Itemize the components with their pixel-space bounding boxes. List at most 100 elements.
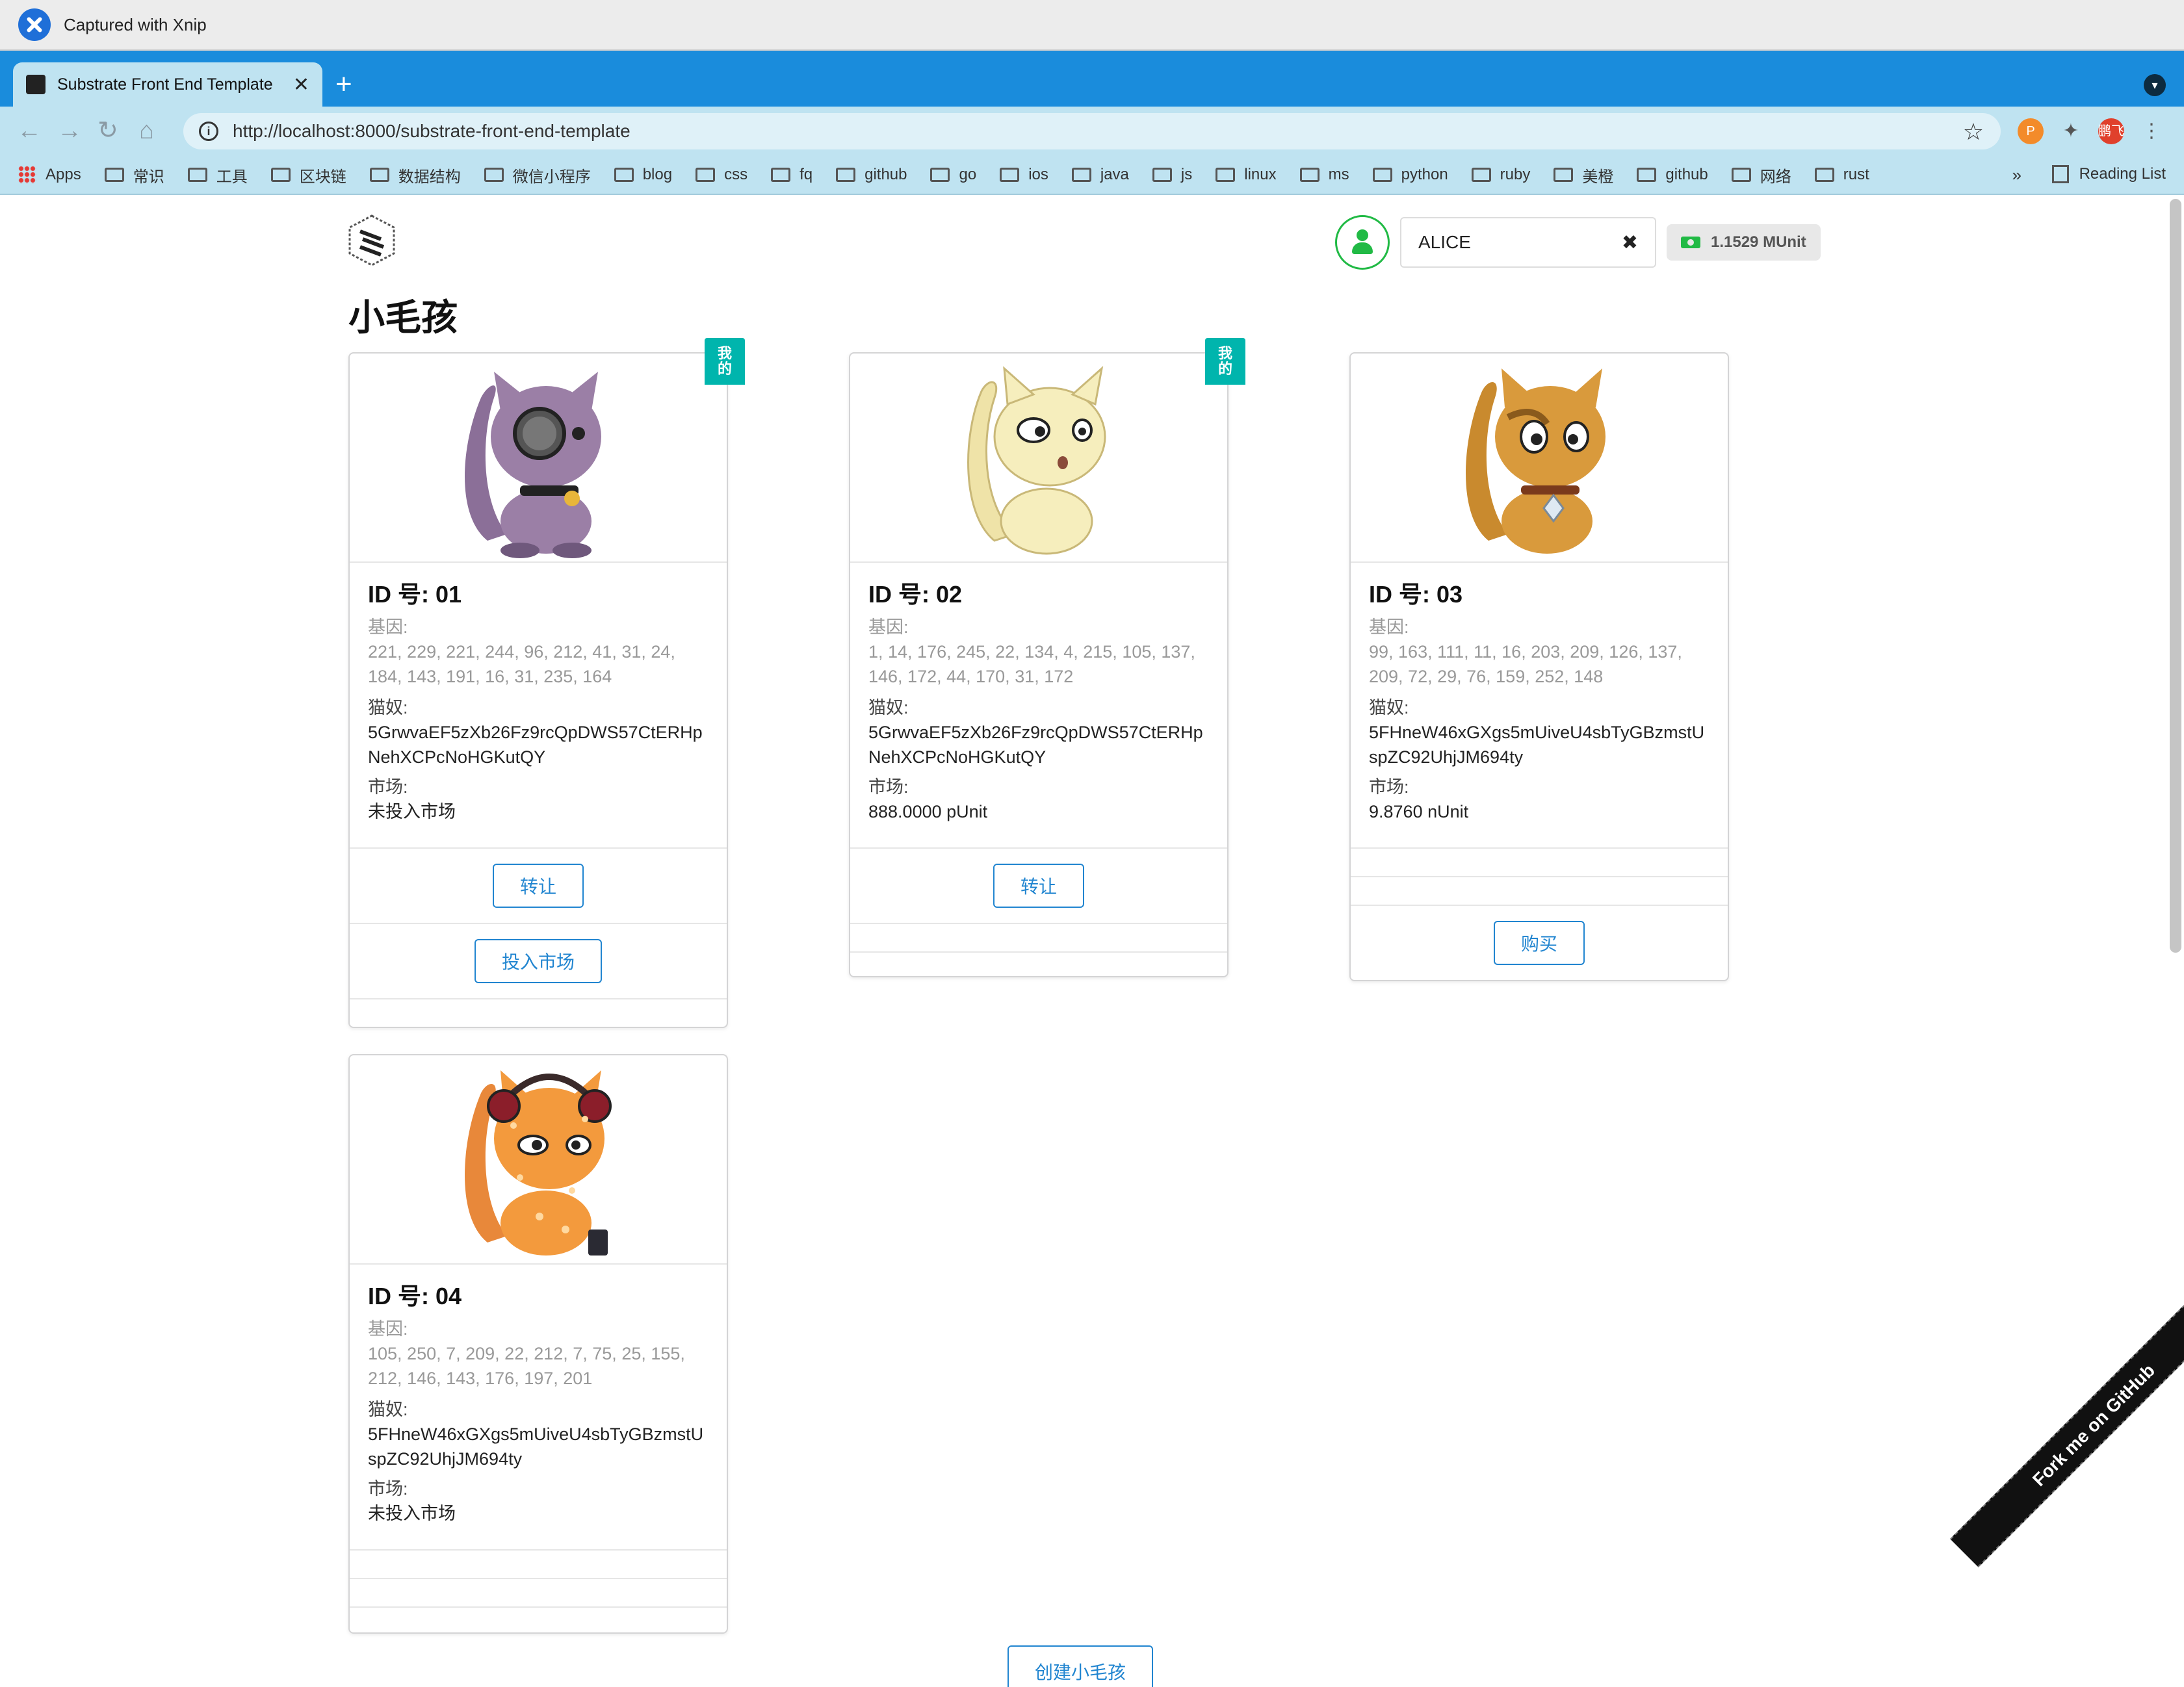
tab-close-icon[interactable]: ✕: [293, 73, 309, 96]
forward-icon[interactable]: →: [57, 116, 82, 146]
substrate-logo-icon: [348, 214, 395, 266]
gene-label: 基因:: [368, 1319, 408, 1339]
clear-account-icon[interactable]: ✖: [1622, 231, 1638, 254]
bookmark-folder[interactable]: rust: [1814, 166, 1869, 184]
reload-icon[interactable]: ↻: [98, 116, 118, 146]
balance-badge: 1.1529 MUnit: [1667, 224, 1821, 261]
folder-icon: [930, 168, 950, 182]
list-on-market-button[interactable]: 投入市场: [474, 939, 602, 983]
kitty-id: ID 号: 02: [868, 581, 963, 608]
folder-icon: [187, 168, 207, 182]
folder-icon: [614, 168, 634, 182]
bookmark-folder[interactable]: 数据结构: [369, 164, 461, 187]
address-bar[interactable]: i http://localhost:8000/substrate-front-…: [183, 113, 2001, 149]
kitty-id: ID 号: 01: [368, 581, 462, 608]
kitty-card: 我的 ID 号: 02 基因: 1, 14, 176, 245, 22, 134…: [849, 338, 1245, 977]
market-label: 市场:: [1369, 777, 1409, 797]
bookmark-folder[interactable]: 区块链: [270, 164, 346, 187]
bookmark-folder[interactable]: java: [1071, 166, 1129, 184]
bookmark-folder[interactable]: python: [1372, 166, 1448, 184]
bookmark-folder[interactable]: ms: [1299, 166, 1349, 184]
bookmark-folder[interactable]: js: [1152, 166, 1192, 184]
bookmark-folder[interactable]: 工具: [187, 164, 248, 187]
capture-title: Captured with Xnip: [64, 14, 207, 34]
kitty-card: ID 号: 04 基因: 105, 250, 7, 209, 22, 212, …: [348, 1054, 728, 1634]
browser-toolbar: ← → ↻ ⌂ i http://localhost:8000/substrat…: [0, 107, 2184, 156]
owner-label: 猫奴:: [368, 698, 408, 717]
bookmark-folder[interactable]: github: [1637, 166, 1708, 184]
cat-illustration-icon: [967, 365, 1106, 555]
buy-button[interactable]: 购买: [1493, 921, 1585, 965]
bookmark-folder[interactable]: ios: [1000, 166, 1048, 184]
transfer-button[interactable]: 转让: [492, 864, 584, 908]
extensions-puzzle-icon[interactable]: ✦: [2058, 118, 2084, 144]
apps-grid-icon: [18, 166, 36, 184]
tab-title: Substrate Front End Template: [57, 75, 273, 94]
back-icon[interactable]: ←: [17, 116, 42, 146]
gene-label: 基因:: [1369, 617, 1409, 637]
kitty-image: [350, 1055, 727, 1265]
balance-value: 1.1529 MUnit: [1711, 233, 1806, 251]
fork-on-github-ribbon[interactable]: Fork me on GitHub: [1950, 1281, 2184, 1567]
bookmark-folder[interactable]: fq: [771, 166, 812, 184]
new-tab-button[interactable]: +: [335, 70, 352, 99]
browser-menu-icon[interactable]: ⋮: [2138, 118, 2164, 144]
card-action-row: [350, 1606, 727, 1632]
account-avatar-icon[interactable]: [1335, 215, 1390, 270]
transfer-button[interactable]: 转让: [993, 864, 1084, 908]
site-info-icon[interactable]: i: [199, 122, 218, 141]
card-action-row: [1351, 847, 1728, 876]
bookmark-folder[interactable]: ruby: [1471, 166, 1530, 184]
owner-label: 猫奴:: [368, 1400, 408, 1419]
folder-icon: [1554, 168, 1574, 182]
bookmarks-bar: Apps 常识 工具 区块链 数据结构 微信小程序 blog css fq gi…: [0, 156, 2184, 195]
folder-icon: [1471, 168, 1491, 182]
card-action-row: [850, 951, 1227, 976]
bookmark-folder[interactable]: 美橙: [1554, 164, 1613, 187]
folder-icon: [771, 168, 791, 182]
browser-tab[interactable]: Substrate Front End Template ✕: [13, 62, 322, 107]
market-label: 市场:: [368, 1479, 408, 1499]
reading-list-button[interactable]: Reading List: [2051, 165, 2166, 183]
profile-avatar[interactable]: 鹏飞: [2098, 118, 2124, 144]
owner-value: 5FHneW46xGXgs5mUiveU4sbTyGBzmstUspZC92Uh…: [1369, 723, 1705, 767]
bookmark-folder[interactable]: blog: [614, 166, 672, 184]
folder-icon: [1372, 168, 1392, 182]
url-text[interactable]: http://localhost:8000/substrate-front-en…: [233, 121, 630, 142]
market-label: 市场:: [368, 777, 408, 797]
folder-icon: [1216, 168, 1236, 182]
folder-icon: [104, 168, 124, 182]
account-dropdown[interactable]: ALICE ✖: [1400, 217, 1656, 268]
card-action-row: [350, 1549, 727, 1578]
market-value: 888.0000 pUnit: [868, 802, 988, 821]
bookmark-folder[interactable]: github: [836, 166, 907, 184]
reading-list-icon: [2051, 165, 2069, 183]
account-selector: ALICE ✖ 1.1529 MUnit: [1335, 215, 1821, 270]
bookmark-folder[interactable]: linux: [1216, 166, 1277, 184]
kitty-image: [350, 354, 727, 563]
create-kitty-button[interactable]: 创建小毛孩: [1008, 1645, 1154, 1687]
owner-label: 猫奴:: [1369, 698, 1409, 717]
market-label: 市场:: [868, 777, 909, 797]
market-value: 9.8760 nUnit: [1369, 802, 1469, 821]
owner-label: 猫奴:: [868, 698, 909, 717]
bookmark-folder[interactable]: css: [696, 166, 748, 184]
extension-p-icon[interactable]: P: [2018, 118, 2044, 144]
bookmarks-overflow-icon[interactable]: »: [2012, 165, 2022, 185]
home-icon[interactable]: ⌂: [139, 116, 154, 146]
page-scrollbar[interactable]: [2170, 199, 2181, 953]
bookmark-folder[interactable]: 网络: [1731, 164, 1791, 187]
gene-value: 99, 163, 111, 11, 16, 203, 209, 126, 137…: [1369, 642, 1682, 686]
card-action-row: 转让: [350, 847, 727, 923]
bookmark-folder[interactable]: go: [930, 166, 976, 184]
kitty-id: ID 号: 04: [368, 1283, 462, 1309]
substrate-favicon-icon: [26, 75, 46, 94]
bookmark-apps[interactable]: Apps: [18, 166, 81, 184]
account-name: ALICE: [1418, 232, 1471, 252]
bookmark-star-icon[interactable]: ☆: [1963, 118, 1984, 146]
folder-icon: [1299, 168, 1320, 182]
bookmark-folder[interactable]: 微信小程序: [484, 164, 591, 187]
tab-search-icon[interactable]: ▾: [2144, 74, 2166, 96]
card-action-row: [350, 1578, 727, 1606]
bookmark-folder[interactable]: 常识: [104, 164, 164, 187]
